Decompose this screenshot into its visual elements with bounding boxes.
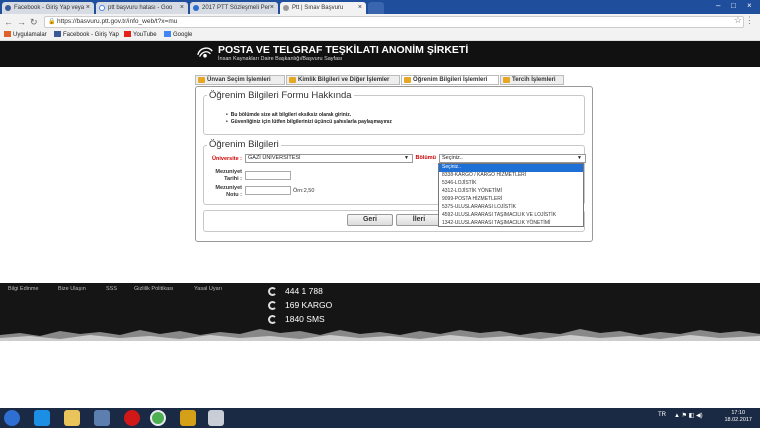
phone-icon (268, 301, 277, 310)
browser-tab-google[interactable]: ptt başvuru hatası - Goo × (96, 2, 188, 14)
ptt-logo-icon (197, 47, 213, 58)
facebook-icon (54, 31, 61, 37)
step-tab-ogrenim[interactable]: Öğrenim Bilgileri İşlemleri (401, 75, 499, 85)
graduation-date-input[interactable] (245, 171, 291, 180)
department-option[interactable]: 8338-KARGO / KARGO HİZMETLERİ (439, 172, 583, 180)
graduation-date-label-2: Tarihi : (224, 176, 242, 182)
close-icon[interactable]: × (86, 2, 90, 14)
close-icon[interactable]: × (270, 2, 274, 14)
back-arrow-icon[interactable]: ← (4, 16, 13, 28)
footer-link-yasal-uyari[interactable]: Yasal Uyarı (194, 286, 222, 292)
internet-explorer-icon[interactable] (34, 410, 50, 426)
windows-taskbar: TR ▲ ⚑ ◧ ◀) 17:10 18.02.2017 (0, 408, 760, 428)
footer-link-gizlilik[interactable]: Gizlilik Politikası (134, 286, 173, 292)
youtube-icon (124, 31, 131, 37)
phone-line-1: 444 1 788 (268, 286, 323, 296)
media-player-icon[interactable] (94, 410, 110, 426)
chevron-down-icon: ▼ (577, 155, 582, 161)
browser-tab-bar: Facebook - Giriş Yap veya × ptt başvuru … (0, 0, 760, 14)
info-item: Bu bölümde size ait bilgileri eksiksiz o… (226, 112, 351, 118)
bookmark-youtube[interactable]: YouTube (124, 30, 157, 41)
google-icon (164, 31, 171, 37)
graduation-grade-label-1: Mezuniyet (215, 185, 242, 191)
menu-icon[interactable]: ⋮ (745, 15, 754, 26)
company-name: POSTA VE TELGRAF TEŞKİLATI ANONİM ŞİRKET… (218, 44, 469, 56)
footer-link-bize-ulasin[interactable]: Bize Ulaşın (58, 286, 86, 292)
paint-icon[interactable] (208, 410, 224, 426)
new-tab-button[interactable] (368, 2, 384, 14)
folder-icon (503, 77, 510, 83)
facebook-icon (5, 5, 11, 11)
page-subtitle: İnsan Kaynakları Daire Başkanlığı/Başvur… (218, 56, 343, 62)
browser-tab-facebook[interactable]: Facebook - Giriş Yap veya × (2, 2, 94, 14)
department-select[interactable]: Seçiniz.. ▼ (439, 154, 586, 163)
graduation-grade-input[interactable] (245, 186, 291, 195)
forward-arrow-icon[interactable]: → (17, 16, 26, 28)
close-window-icon[interactable]: × (747, 0, 752, 12)
language-indicator[interactable]: TR (658, 412, 666, 418)
department-option[interactable]: 5375-ULUSLARARASI LOJİSTİK (439, 204, 583, 212)
graduation-grade-label-2: Notu : (226, 192, 242, 198)
folder-icon (404, 77, 411, 83)
lock-icon: 🔒 (48, 19, 56, 25)
bookmark-google[interactable]: Google (164, 30, 192, 41)
page-header: POSTA VE TELGRAF TEŞKİLATI ANONİM ŞİRKET… (0, 41, 760, 67)
bookmark-apps[interactable]: Uygulamalar (4, 30, 47, 41)
bookmarks-bar: Uygulamalar Facebook - Giriş Yap YouTube… (0, 30, 760, 41)
maximize-icon[interactable]: □ (731, 0, 736, 12)
folder-icon (289, 77, 296, 83)
back-button[interactable]: Geri (347, 214, 393, 226)
graduation-date-label-1: Mezuniyet (215, 169, 242, 175)
page-footer: Bilgi Edinme Bize Ulaşın SSS Gizlilik Po… (0, 283, 760, 341)
site-icon (193, 5, 199, 11)
department-option[interactable]: 9099-POSTA HİZMETLERİ (439, 196, 583, 204)
decorative-wave (0, 329, 760, 341)
university-select[interactable]: GAZİ ÜNİVERSİTESİ ▼ (245, 154, 413, 163)
browser-tab-ptt-basvuru[interactable]: Ptt | Sınav Başvuru × (280, 2, 366, 14)
file-explorer-icon[interactable] (64, 410, 80, 426)
url-input[interactable]: 🔒 https://basvuru.ptt.gov.tr/info_web/t?… (44, 16, 744, 28)
next-button[interactable]: İleri (396, 214, 442, 226)
close-icon[interactable]: × (358, 2, 362, 14)
footer-link-sss[interactable]: SSS (106, 286, 117, 292)
info-item: Güvenliğiniz için lütfen bilgilerinizi ü… (226, 119, 392, 125)
page-icon (283, 5, 289, 11)
phone-line-2: 169 KARGO (268, 300, 332, 310)
opera-icon[interactable] (124, 410, 140, 426)
education-title: Öğrenim Bilgileri (207, 139, 281, 150)
grade-hint: Örn:2,50 (293, 188, 315, 194)
department-option[interactable]: Seçiniz.. (439, 164, 583, 172)
department-option[interactable]: 1342-ULUSLARARASI TAŞIMACILIK YÖNETİMİ (439, 220, 583, 228)
department-option[interactable]: 4312-LOJİSTİK YÖNETİMİ (439, 188, 583, 196)
bookmark-facebook[interactable]: Facebook - Giriş Yap (54, 30, 119, 41)
address-bar-row: ← → ↻ 🔒 https://basvuru.ptt.gov.tr/info_… (0, 14, 760, 30)
about-title: Öğrenim Bilgileri Formu Hakkında (207, 90, 354, 101)
reload-icon[interactable]: ↻ (30, 16, 38, 28)
minimize-icon[interactable]: – (716, 0, 720, 12)
close-icon[interactable]: × (180, 2, 184, 14)
tray-icons[interactable]: ▲ ⚑ ◧ ◀) (674, 412, 703, 419)
app-icon[interactable] (180, 410, 196, 426)
department-option[interactable]: 5346-LOJİSTİK (439, 180, 583, 188)
department-option[interactable]: 4592-ULUSLARARASI TAŞIMACILIK VE LOJİSTİ… (439, 212, 583, 220)
start-icon[interactable] (4, 410, 20, 426)
department-dropdown-list: Seçiniz.. 8338-KARGO / KARGO HİZMETLERİ … (438, 163, 584, 227)
google-icon (99, 5, 105, 11)
browser-tab-ptt-article[interactable]: 2017 PTT Sözleşmeli Per × (190, 2, 278, 14)
phone-icon (268, 287, 277, 296)
system-clock[interactable]: 17:10 18.02.2017 (724, 410, 752, 424)
step-tab-tercih[interactable]: Tercih İşlemleri (500, 75, 564, 85)
chevron-down-icon: ▼ (404, 155, 409, 161)
step-tab-unvan[interactable]: Ünvan Seçim İşlemleri (195, 75, 285, 85)
step-tab-kimlik[interactable]: Kimlik Bilgileri ve Diğer İşlemler (286, 75, 400, 85)
folder-icon (198, 77, 205, 83)
chrome-icon[interactable] (150, 410, 166, 426)
footer-link-bilgi-edinme[interactable]: Bilgi Edinme (8, 286, 39, 292)
department-label: Bölümü (415, 155, 436, 161)
apps-icon (4, 31, 11, 37)
university-label: Üniversite : (212, 156, 242, 162)
star-icon[interactable]: ☆ (734, 15, 742, 26)
